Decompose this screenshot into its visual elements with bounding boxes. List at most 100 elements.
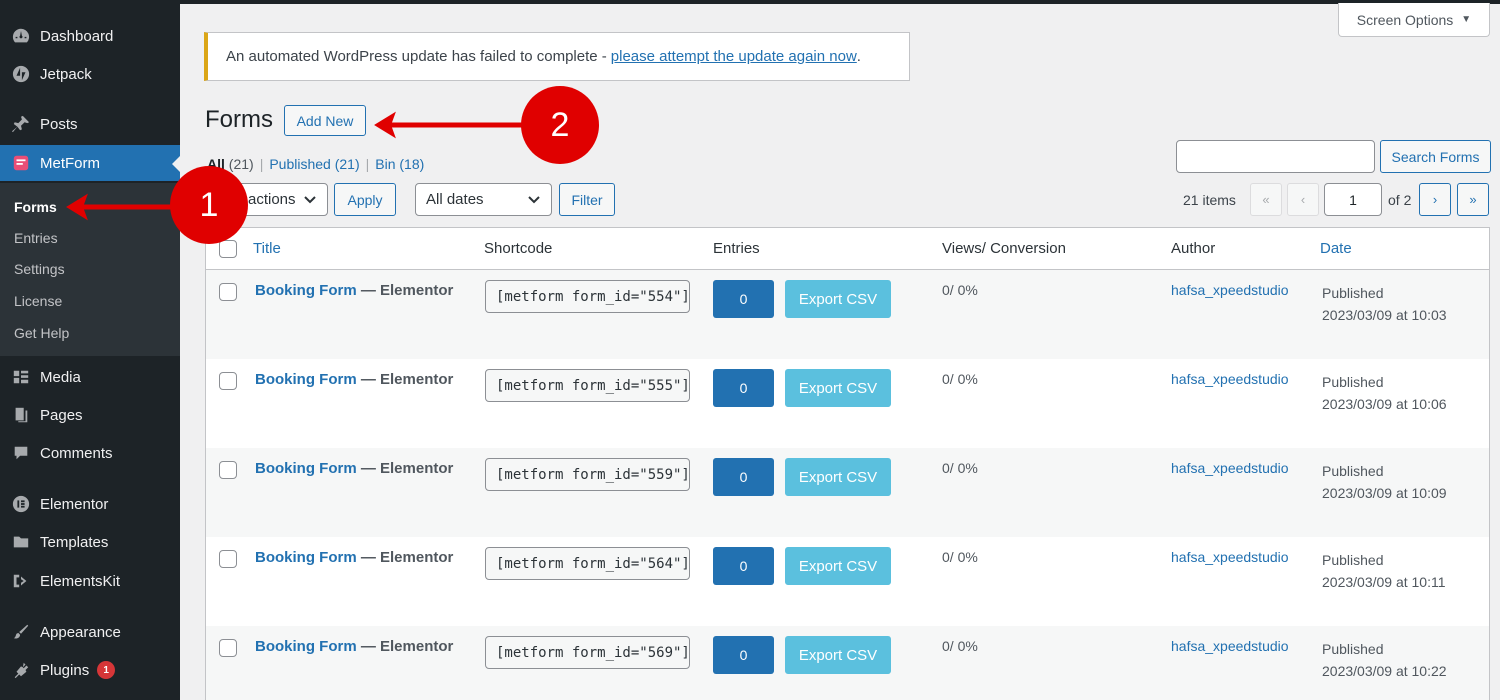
update-notice: An automated WordPress update has failed…	[204, 32, 910, 81]
date-filter-value: All dates	[426, 191, 484, 208]
select-all-checkbox[interactable]	[219, 240, 237, 258]
shortcode-field[interactable]: [metform form_id="559"]	[485, 458, 690, 491]
date-cell: Published 2023/03/09 at 10:03	[1322, 282, 1447, 326]
author-link[interactable]: hafsa_xpeedstudio	[1171, 371, 1289, 387]
row-checkbox[interactable]	[219, 639, 237, 657]
column-entries: Entries	[713, 240, 760, 257]
entries-count-button[interactable]: 0	[713, 636, 774, 674]
post-date: 2023/03/09 at 10:06	[1322, 396, 1447, 412]
current-page-input[interactable]: 1	[1324, 183, 1382, 216]
shortcode-field[interactable]: [metform form_id="554"]	[485, 280, 690, 313]
row-checkbox[interactable]	[219, 372, 237, 390]
caret-down-icon: ▼	[1461, 14, 1472, 25]
form-title-link[interactable]: Booking Form	[255, 282, 357, 299]
export-csv-button[interactable]: Export CSV	[785, 547, 891, 585]
filter-bin-link[interactable]: Bin (18)	[375, 156, 424, 172]
form-title-link[interactable]: Booking Form	[255, 460, 357, 477]
entries-count-button[interactable]: 0	[713, 369, 774, 407]
post-status: Published	[1322, 463, 1384, 479]
sidebar-item-pages[interactable]: Pages	[0, 397, 180, 433]
post-status: Published	[1322, 552, 1384, 568]
column-title[interactable]: Title	[253, 240, 281, 257]
submenu-item-get-help[interactable]: Get Help	[14, 325, 69, 341]
brush-icon	[10, 621, 32, 643]
dashboard-icon	[10, 25, 32, 47]
first-page-button: «	[1250, 183, 1282, 216]
search-forms-button[interactable]: Search Forms	[1380, 140, 1491, 173]
date-cell: Published 2023/03/09 at 10:09	[1322, 460, 1447, 504]
row-checkbox[interactable]	[219, 550, 237, 568]
next-page-button[interactable]: ›	[1419, 183, 1451, 216]
filter-published-label: Published	[269, 156, 331, 172]
column-views-conversion: Views/ Conversion	[942, 240, 1066, 257]
separator: |	[365, 156, 370, 172]
filter-button[interactable]: Filter	[559, 183, 615, 216]
form-title-link[interactable]: Booking Form	[255, 371, 357, 388]
sidebar-item-jetpack[interactable]: Jetpack	[0, 56, 180, 92]
form-state: — Elementor	[356, 460, 454, 477]
annotation-arrow-1	[66, 193, 182, 221]
forms-table: Title Shortcode Entries Views/ Conversio…	[205, 227, 1490, 700]
export-csv-button[interactable]: Export CSV	[785, 280, 891, 318]
post-date: 2023/03/09 at 10:11	[1322, 574, 1446, 590]
search-input[interactable]	[1176, 140, 1375, 173]
sidebar-item-label: Plugins	[40, 661, 90, 679]
submenu-item-settings[interactable]: Settings	[14, 261, 65, 277]
sidebar-item-elementor[interactable]: Elementor	[0, 486, 180, 522]
screen-options-label: Screen Options	[1356, 11, 1454, 28]
retry-update-link[interactable]: please attempt the update again now	[611, 48, 857, 65]
filter-published-link[interactable]: Published (21)	[269, 156, 359, 172]
entries-count-button[interactable]: 0	[713, 458, 774, 496]
sidebar-item-label: ElementsKit	[40, 572, 121, 590]
row-checkbox[interactable]	[219, 283, 237, 301]
filter-bin-label: Bin	[375, 156, 396, 172]
row-checkbox[interactable]	[219, 461, 237, 479]
export-csv-button[interactable]: Export CSV	[785, 636, 891, 674]
sidebar-item-elementskit[interactable]: ElementsKit	[0, 563, 180, 599]
form-title-cell: Booking Form — Elementor	[255, 460, 453, 477]
sidebar-item-plugins[interactable]: Plugins 1	[0, 652, 180, 688]
last-page-button[interactable]: »	[1457, 183, 1489, 216]
sidebar-item-posts[interactable]: Posts	[0, 106, 180, 142]
bulk-actions-value: actions	[248, 191, 296, 208]
entries-count-button[interactable]: 0	[713, 547, 774, 585]
admin-sidebar: Dashboard Jetpack Posts MetForm Forms En…	[0, 0, 180, 700]
submenu-item-forms[interactable]: Forms	[14, 199, 57, 215]
pin-icon	[10, 113, 32, 135]
author-link[interactable]: hafsa_xpeedstudio	[1171, 549, 1289, 565]
shortcode-field[interactable]: [metform form_id="569"]	[485, 636, 690, 669]
submenu-item-license[interactable]: License	[14, 293, 62, 309]
add-new-button[interactable]: Add New	[284, 105, 366, 136]
date-filter-select[interactable]: All dates	[415, 183, 552, 216]
author-link[interactable]: hafsa_xpeedstudio	[1171, 638, 1289, 654]
views-conversion-value: 0/ 0%	[942, 638, 978, 654]
sidebar-item-label: Appearance	[40, 623, 121, 641]
shortcode-field[interactable]: [metform form_id="564"]	[485, 547, 690, 580]
sidebar-item-label: Templates	[40, 533, 109, 551]
entries-count-button[interactable]: 0	[713, 280, 774, 318]
author-link[interactable]: hafsa_xpeedstudio	[1171, 460, 1289, 476]
screen-options-button[interactable]: Screen Options ▼	[1338, 3, 1490, 37]
sidebar-item-templates[interactable]: Templates	[0, 524, 180, 560]
sidebar-item-label: Dashboard	[40, 27, 114, 45]
form-state: — Elementor	[356, 638, 454, 655]
chevron-down-icon	[303, 192, 317, 210]
sidebar-item-appearance[interactable]: Appearance	[0, 614, 180, 650]
export-csv-button[interactable]: Export CSV	[785, 458, 891, 496]
form-state: — Elementor	[356, 282, 454, 299]
sidebar-item-dashboard[interactable]: Dashboard	[0, 18, 180, 54]
form-title-link[interactable]: Booking Form	[255, 549, 357, 566]
sidebar-item-comments[interactable]: Comments	[0, 435, 180, 471]
apply-button[interactable]: Apply	[334, 183, 396, 216]
export-csv-button[interactable]: Export CSV	[785, 369, 891, 407]
column-date[interactable]: Date	[1320, 240, 1352, 257]
column-shortcode: Shortcode	[484, 240, 553, 257]
sidebar-item-metform[interactable]: MetForm	[0, 145, 180, 181]
author-link[interactable]: hafsa_xpeedstudio	[1171, 282, 1289, 298]
shortcode-field[interactable]: [metform form_id="555"]	[485, 369, 690, 402]
form-title-link[interactable]: Booking Form	[255, 638, 357, 655]
views-conversion-value: 0/ 0%	[942, 371, 978, 387]
sidebar-item-media[interactable]: Media	[0, 359, 180, 395]
submenu-item-entries[interactable]: Entries	[14, 230, 58, 246]
post-status: Published	[1322, 374, 1384, 390]
